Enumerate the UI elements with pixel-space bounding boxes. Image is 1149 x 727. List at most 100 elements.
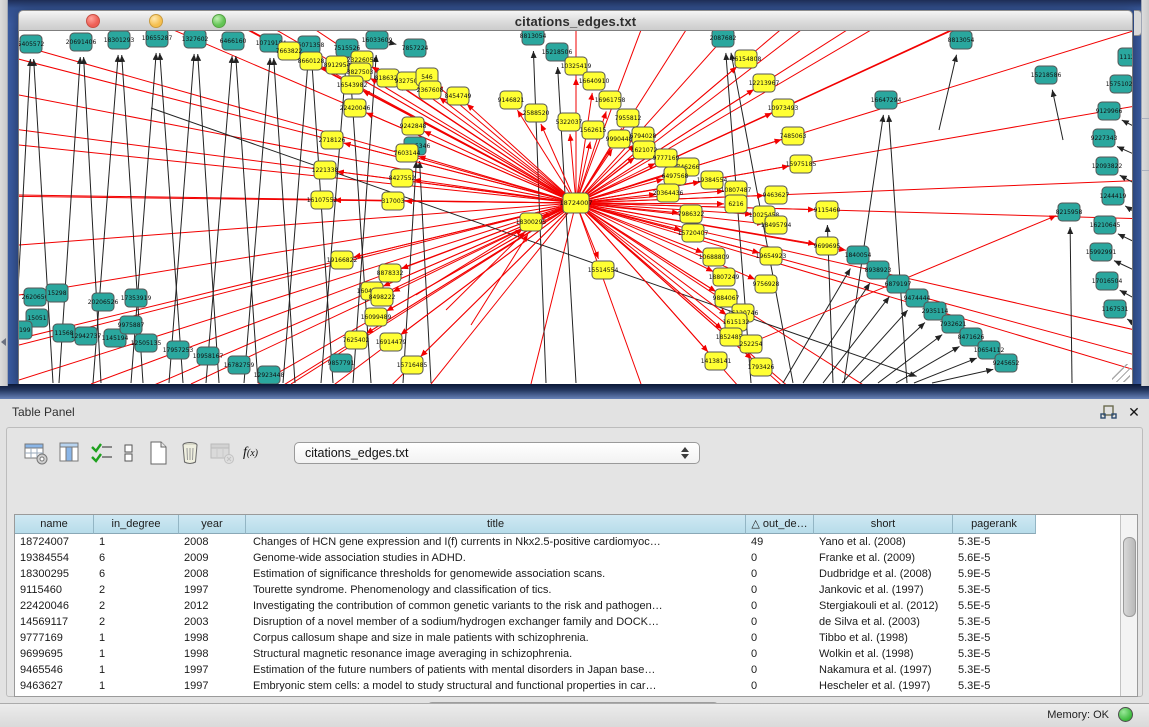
table-body: 1872400712008Changes of HCN gene express… xyxy=(15,534,1121,694)
memory-status-indicator[interactable] xyxy=(1118,707,1133,722)
graph-node-label: 17353919 xyxy=(121,295,152,302)
right-splitter-strip[interactable] xyxy=(1141,0,1149,386)
table-row[interactable]: 1938455462009Genome-wide association stu… xyxy=(15,550,1121,566)
left-splitter-strip[interactable] xyxy=(0,0,8,386)
network-canvas[interactable]: 5405572206914061830129310655287132760264… xyxy=(18,31,1133,384)
canvas-resize-grip[interactable] xyxy=(1112,364,1130,382)
table-cell: Embryonic stem cells: a model to study s… xyxy=(246,678,746,694)
new-column-icon[interactable] xyxy=(145,440,171,466)
column-header-name[interactable]: name xyxy=(15,515,94,534)
graph-node-label: 16033609 xyxy=(362,37,393,44)
table-row[interactable]: 977716911998Corpus callosum shape and si… xyxy=(15,630,1121,646)
network-table-select[interactable]: citations_edges.txt xyxy=(294,442,700,464)
table-cell: 9463627 xyxy=(15,678,94,694)
graph-node-label: 7663822 xyxy=(276,48,303,55)
table-cell: 1997 xyxy=(179,582,246,598)
table-row[interactable]: 1830029562008Estimation of significance … xyxy=(15,566,1121,582)
table-header-row: namein_degreeyeartitle△ out_de…shortpage… xyxy=(15,515,1121,534)
table-cell: 0 xyxy=(746,566,814,582)
graph-node-label: 9129966 xyxy=(1096,108,1123,115)
table-cell: 0 xyxy=(746,630,814,646)
table-cell: Nakamura et al. (1997) xyxy=(814,662,953,678)
graph-node-label: 18301293 xyxy=(104,37,135,44)
table-cell: Franke et al. (2009) xyxy=(814,550,953,566)
table-cell: Disruption of a novel member of a sodium… xyxy=(246,614,746,630)
table-cell: 49 xyxy=(746,534,814,550)
row-height-icon[interactable] xyxy=(123,440,135,466)
table-cell: Investigating the contribution of common… xyxy=(246,598,746,614)
network-window-titlebar[interactable]: citations_edges.txt xyxy=(18,10,1133,31)
network-window[interactable]: citations_edges.txt 54055722069140618301… xyxy=(18,10,1133,384)
vertical-scrollbar[interactable] xyxy=(1120,515,1137,696)
graph-edge xyxy=(842,310,908,383)
table-cell: Estimation of the future numbers of pati… xyxy=(246,662,746,678)
graph-node-label: 1221338 xyxy=(312,167,339,174)
delete-column-icon[interactable] xyxy=(177,440,203,466)
table-cell: 5.3E-5 xyxy=(953,662,1036,678)
graph-node-label: 3827503 xyxy=(347,69,374,76)
table-cell: 18724007 xyxy=(15,534,94,550)
table-row[interactable]: 911546021997Tourette syndrome. Phenomeno… xyxy=(15,582,1121,598)
graph-node-label: 8215958 xyxy=(1056,209,1083,216)
float-panel-icon[interactable] xyxy=(1100,405,1118,421)
column-header-year[interactable]: year xyxy=(179,515,246,534)
graph-node-label: 16914479 xyxy=(376,339,407,346)
graph-node-label: 8427552 xyxy=(389,175,416,182)
table-row[interactable]: 946362711997Embryonic stem cells: a mode… xyxy=(15,678,1121,694)
table-cell: Stergiakouli et al. (2012) xyxy=(814,598,953,614)
table-row[interactable]: 1456911722003Disruption of a novel membe… xyxy=(15,614,1121,630)
table-options-icon[interactable] xyxy=(23,440,49,466)
column-visibility-icon[interactable] xyxy=(57,440,83,466)
table-panel-body: f(x) citations_edges.txt namein_degreeye… xyxy=(6,427,1143,697)
column-header-out_de[interactable]: △ out_de… xyxy=(746,515,814,534)
graph-node-label: 8498222 xyxy=(369,294,396,301)
strip-tick xyxy=(1142,118,1149,119)
window-title: citations_edges.txt xyxy=(19,14,1132,29)
graph-node-label: 15051 xyxy=(27,315,46,322)
column-header-short[interactable]: short xyxy=(814,515,953,534)
table-row[interactable]: 969969511998Structural magnetic resonanc… xyxy=(15,646,1121,662)
table-row[interactable]: 2242004622012Investigating the contribut… xyxy=(15,598,1121,614)
scrollbar-thumb[interactable] xyxy=(1123,537,1136,617)
graph-node-label: 11120 xyxy=(1119,54,1133,61)
graph-node-label: 9975887 xyxy=(118,322,145,329)
graph-edge xyxy=(576,203,1133,384)
table-cell: 1 xyxy=(94,534,179,550)
collapse-left-arrow-icon[interactable] xyxy=(1,338,6,346)
graph-node-label: 8813054 xyxy=(520,33,547,40)
graph-node-label: 546 xyxy=(421,74,433,81)
table-cell: 5.3E-5 xyxy=(953,646,1036,662)
column-header-in_degree[interactable]: in_degree xyxy=(94,515,179,534)
column-selection-icon[interactable] xyxy=(89,440,115,466)
graph-node-label: 10655287 xyxy=(142,35,173,42)
table-cell: 0 xyxy=(746,646,814,662)
graph-edge xyxy=(421,203,576,357)
table-cell: Hescheler et al. (1997) xyxy=(814,678,953,694)
citation-network-graph[interactable]: 5405572206914061830129310655287132760264… xyxy=(19,31,1133,384)
table-cell: 1998 xyxy=(179,646,246,662)
graph-node-label: 7485063 xyxy=(780,133,807,140)
graph-node-label: 18495794 xyxy=(761,222,792,229)
graph-node-label: 22420046 xyxy=(340,105,371,112)
graph-node-label: 6497568 xyxy=(662,173,689,180)
table-cell: 9465546 xyxy=(15,662,94,678)
graph-node-label: 10973493 xyxy=(768,105,799,112)
table-row[interactable]: 946554611997Estimation of the future num… xyxy=(15,662,1121,678)
table-cell: 0 xyxy=(746,582,814,598)
column-header-title[interactable]: title xyxy=(246,515,746,534)
graph-node-label: 7625402 xyxy=(343,337,370,344)
close-panel-icon[interactable]: ✕ xyxy=(1126,403,1142,421)
graph-node-label: 252254 xyxy=(740,341,763,348)
graph-node-label: 16543982 xyxy=(337,82,368,89)
table-row[interactable]: 1872400712008Changes of HCN gene express… xyxy=(15,534,1121,550)
cytoscape-app: citations_edges.txt 54055722069140618301… xyxy=(0,0,1149,727)
table-cell: 0 xyxy=(746,598,814,614)
graph-node-label: 5405572 xyxy=(19,41,45,48)
graph-node-label: 16782759 xyxy=(224,362,255,369)
table-cell: 5.5E-5 xyxy=(953,598,1036,614)
column-header-pagerank[interactable]: pagerank xyxy=(953,515,1036,534)
table-cell: Changes of HCN gene expression and I(f) … xyxy=(246,534,746,550)
graph-node-label: 15514554 xyxy=(588,267,619,274)
function-builder-icon[interactable]: f(x) xyxy=(243,440,269,466)
graph-node-label: 15298 xyxy=(47,290,66,297)
